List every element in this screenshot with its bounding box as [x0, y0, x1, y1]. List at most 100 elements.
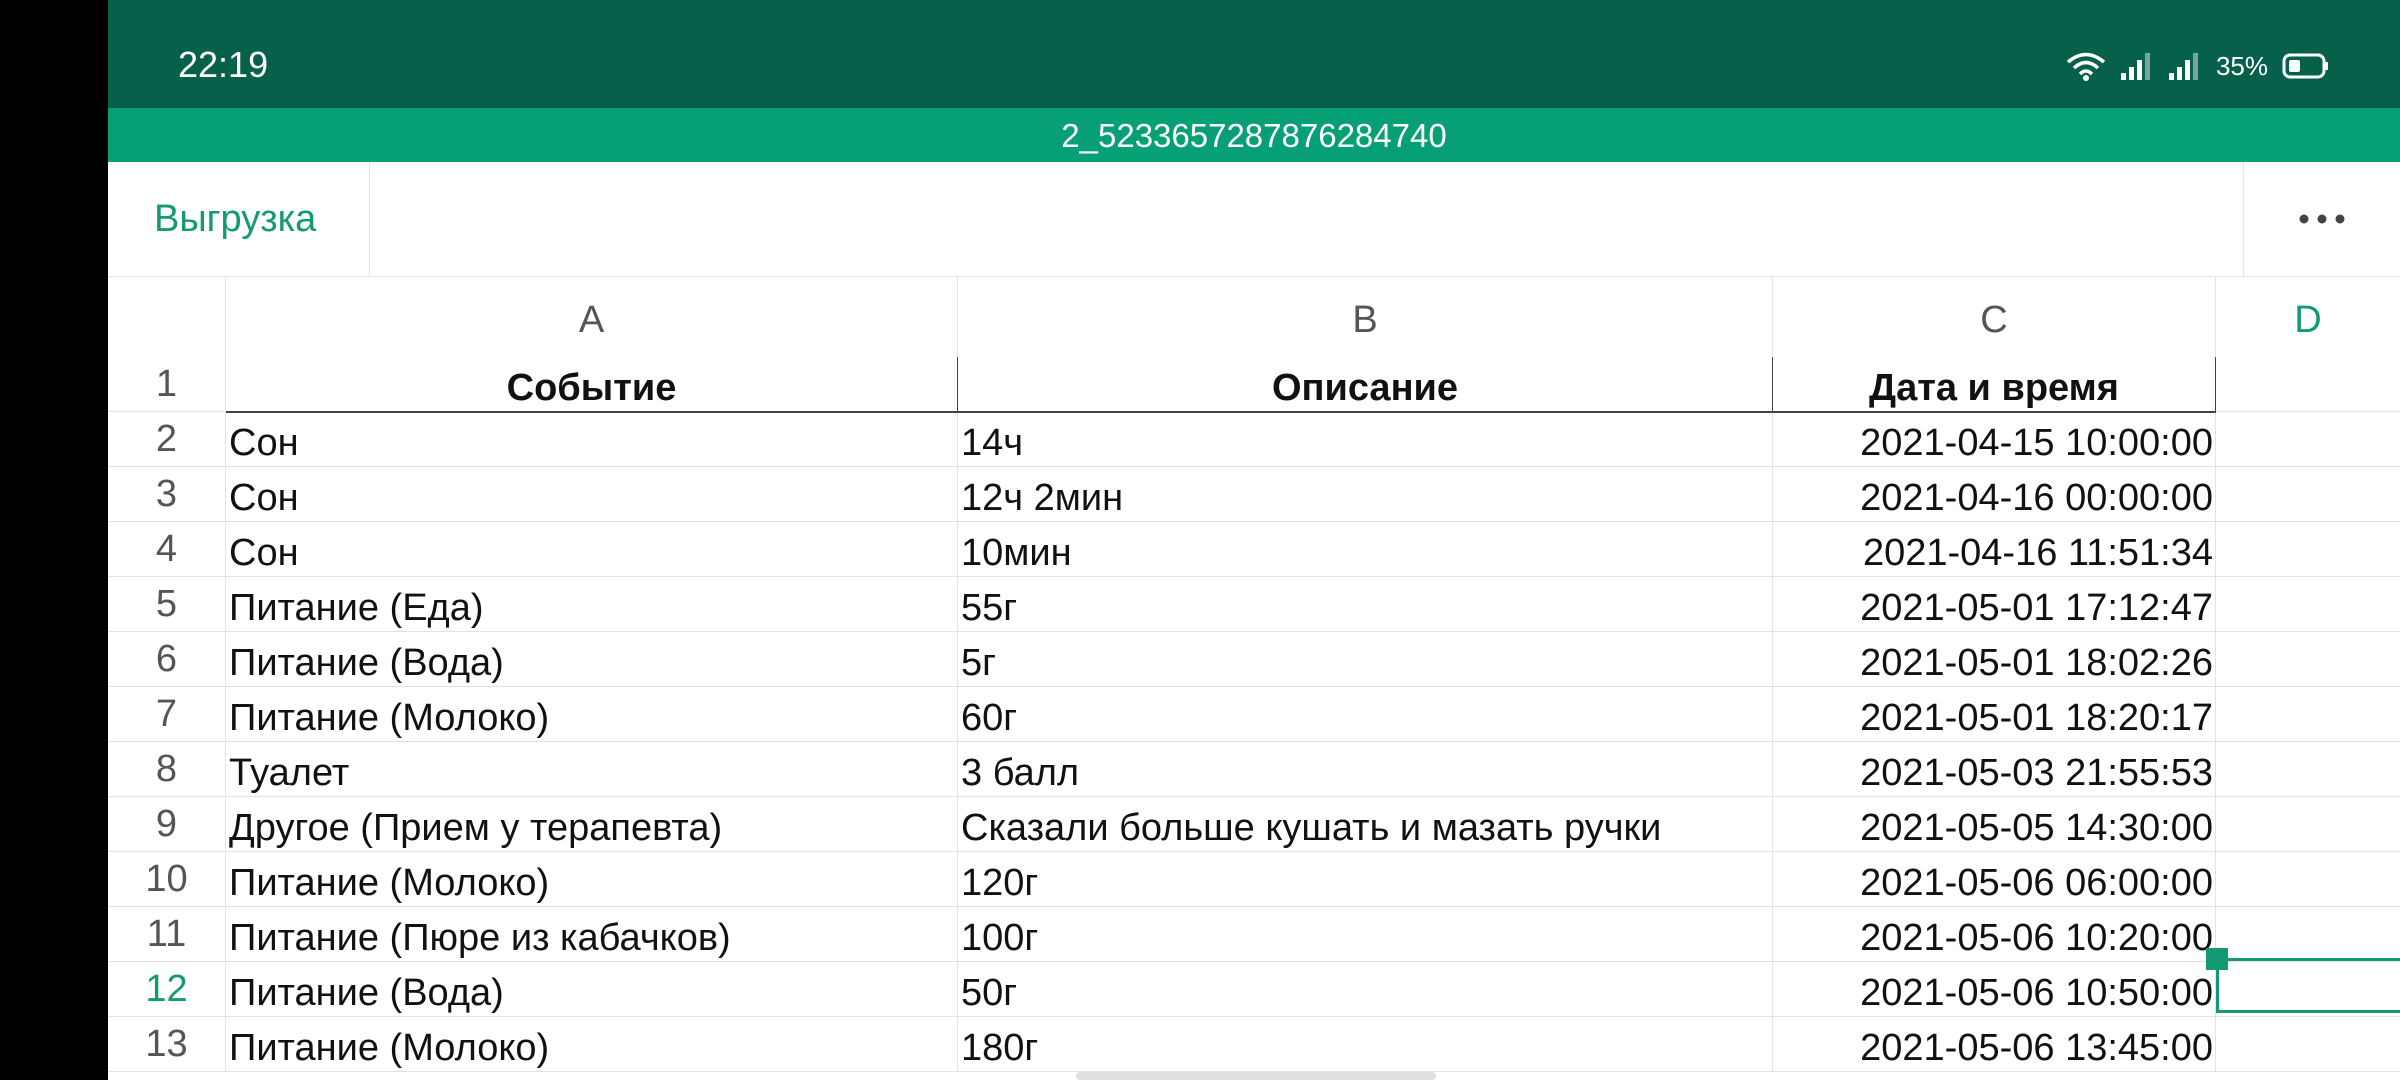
horizontal-scrollbar[interactable]: [1076, 1072, 1436, 1080]
row-number[interactable]: 13: [108, 1017, 226, 1072]
cell-event[interactable]: Другое (Прием у терапевта): [226, 797, 958, 852]
document-title: 2_5233657287876284740: [108, 108, 2400, 162]
more-button[interactable]: [2243, 162, 2400, 276]
cell-datetime[interactable]: 2021-05-06 10:50:00: [1773, 962, 2216, 1017]
table-row: 5 Питание (Еда) 55г 2021-05-01 17:12:47: [108, 577, 2400, 632]
cell-event[interactable]: Питание (Молоко): [226, 687, 958, 742]
cell-datetime[interactable]: 2021-04-16 11:51:34: [1773, 522, 2216, 577]
cell-datetime[interactable]: 2021-05-03 21:55:53: [1773, 742, 2216, 797]
status-time: 22:19: [178, 44, 269, 85]
cell-datetime[interactable]: 2021-05-01 17:12:47: [1773, 577, 2216, 632]
signal-icon: [2120, 51, 2154, 81]
row-number[interactable]: 12: [108, 962, 226, 1017]
column-header-row: A B C D: [108, 277, 2400, 357]
left-bezel: [0, 0, 108, 1080]
cell-event[interactable]: Питание (Молоко): [226, 852, 958, 907]
signal-icon: [2168, 51, 2202, 81]
cell-d[interactable]: [2216, 742, 2400, 797]
corner-cell[interactable]: [108, 277, 226, 357]
row-number[interactable]: 1: [108, 357, 226, 412]
cell-d[interactable]: [2216, 907, 2400, 962]
table-row: 3 Сон 12ч 2мин 2021-04-16 00:00:00: [108, 467, 2400, 522]
cell-d[interactable]: [2216, 467, 2400, 522]
toolbar: Выгрузка: [108, 162, 2400, 277]
more-horizontal-icon: [2298, 213, 2346, 225]
row-number[interactable]: 7: [108, 687, 226, 742]
cell-description[interactable]: 100г: [958, 907, 1773, 962]
cell-event[interactable]: Питание (Молоко): [226, 1017, 958, 1072]
cell-d[interactable]: [2216, 412, 2400, 467]
column-header-c[interactable]: C: [1773, 277, 2216, 357]
row-number[interactable]: 3: [108, 467, 226, 522]
table-row: 6 Питание (Вода) 5г 2021-05-01 18:02:26: [108, 632, 2400, 687]
column-header-b[interactable]: B: [958, 277, 1773, 357]
cell-event[interactable]: Питание (Вода): [226, 962, 958, 1017]
cell-datetime[interactable]: 2021-05-06 13:45:00: [1773, 1017, 2216, 1072]
row-number[interactable]: 4: [108, 522, 226, 577]
cell-description[interactable]: 60г: [958, 687, 1773, 742]
table-row: 13 Питание (Молоко) 180г 2021-05-06 13:45:0…: [108, 1017, 2400, 1072]
header-divider: [226, 411, 2216, 413]
cell-description[interactable]: Сказали больше кушать и мазать ручки: [958, 797, 1773, 852]
column-header-a[interactable]: A: [226, 277, 958, 357]
row-number[interactable]: 2: [108, 412, 226, 467]
cell-datetime[interactable]: 2021-05-06 06:00:00: [1773, 852, 2216, 907]
cell-event[interactable]: Питание (Вода): [226, 632, 958, 687]
battery-percent: 35%: [2215, 50, 2268, 81]
header-cell-datetime[interactable]: Дата и время: [1773, 357, 2216, 412]
selection-handle[interactable]: [2206, 948, 2228, 970]
cell-description[interactable]: 14ч: [958, 412, 1773, 467]
row-number[interactable]: 9: [108, 797, 226, 852]
row-number[interactable]: 10: [108, 852, 226, 907]
table-row: 7 Питание (Молоко) 60г 2021-05-01 18:20:17: [108, 687, 2400, 742]
cell-d[interactable]: [2216, 1017, 2400, 1072]
cell-description[interactable]: 5г: [958, 632, 1773, 687]
table-row: 12 Питание (Вода) 50г 2021-05-06 10:50:00: [108, 962, 2400, 1017]
cell-datetime[interactable]: 2021-05-06 10:20:00: [1773, 907, 2216, 962]
export-button[interactable]: Выгрузка: [108, 162, 370, 276]
row-number[interactable]: 6: [108, 632, 226, 687]
cell-event[interactable]: Сон: [226, 412, 958, 467]
status-icons: 35%: [2066, 46, 2330, 86]
cell-d[interactable]: [2216, 797, 2400, 852]
cell-event[interactable]: Сон: [226, 467, 958, 522]
cell-description[interactable]: 10мин: [958, 522, 1773, 577]
wifi-icon: [2066, 51, 2106, 81]
cell-description[interactable]: 180г: [958, 1017, 1773, 1072]
cell-description[interactable]: 12ч 2мин: [958, 467, 1773, 522]
selected-cell[interactable]: [2216, 958, 2400, 1013]
row-number[interactable]: 8: [108, 742, 226, 797]
row-number[interactable]: 5: [108, 577, 226, 632]
cell-event[interactable]: Питание (Пюре из кабачков): [226, 907, 958, 962]
cell-description[interactable]: 3 балл: [958, 742, 1773, 797]
screen: 22:19 35% 2_5233657287876284740 Выгрузка…: [108, 0, 2400, 1080]
cell-datetime[interactable]: 2021-05-01 18:20:17: [1773, 687, 2216, 742]
table-row: 4 Сон 10мин 2021-04-16 11:51:34: [108, 522, 2400, 577]
row-number[interactable]: 11: [108, 907, 226, 962]
table-row: 10 Питание (Молоко) 120г 2021-05-06 06:00:0…: [108, 852, 2400, 907]
column-header-d[interactable]: D: [2216, 277, 2400, 357]
cell-datetime[interactable]: 2021-04-16 00:00:00: [1773, 467, 2216, 522]
cell-event[interactable]: Сон: [226, 522, 958, 577]
table-header-row: 1 Событие Описание Дата и время: [108, 357, 2400, 412]
cell-datetime[interactable]: 2021-05-05 14:30:00: [1773, 797, 2216, 852]
cell-datetime[interactable]: 2021-04-15 10:00:00: [1773, 412, 2216, 467]
table-row: 11 Питание (Пюре из кабачков) 100г 2021-05-…: [108, 907, 2400, 962]
cell-description[interactable]: 120г: [958, 852, 1773, 907]
cell-event[interactable]: Туалет: [226, 742, 958, 797]
cell-d[interactable]: [2216, 632, 2400, 687]
cell-d[interactable]: [2216, 577, 2400, 632]
cell-description[interactable]: 55г: [958, 577, 1773, 632]
cell-datetime[interactable]: 2021-05-01 18:02:26: [1773, 632, 2216, 687]
table-row: 2 Сон 14ч 2021-04-15 10:00:00: [108, 412, 2400, 467]
header-cell-event[interactable]: Событие: [226, 357, 958, 412]
cell-description[interactable]: 50г: [958, 962, 1773, 1017]
header-cell-description[interactable]: Описание: [958, 357, 1773, 412]
battery-icon: [2282, 53, 2330, 79]
cell-d[interactable]: [2216, 522, 2400, 577]
cell-d[interactable]: [2216, 687, 2400, 742]
cell-event[interactable]: Питание (Еда): [226, 577, 958, 632]
table-row: 9 Другое (Прием у терапевта) Сказали больш…: [108, 797, 2400, 852]
cell-d[interactable]: [2216, 357, 2400, 412]
cell-d[interactable]: [2216, 852, 2400, 907]
